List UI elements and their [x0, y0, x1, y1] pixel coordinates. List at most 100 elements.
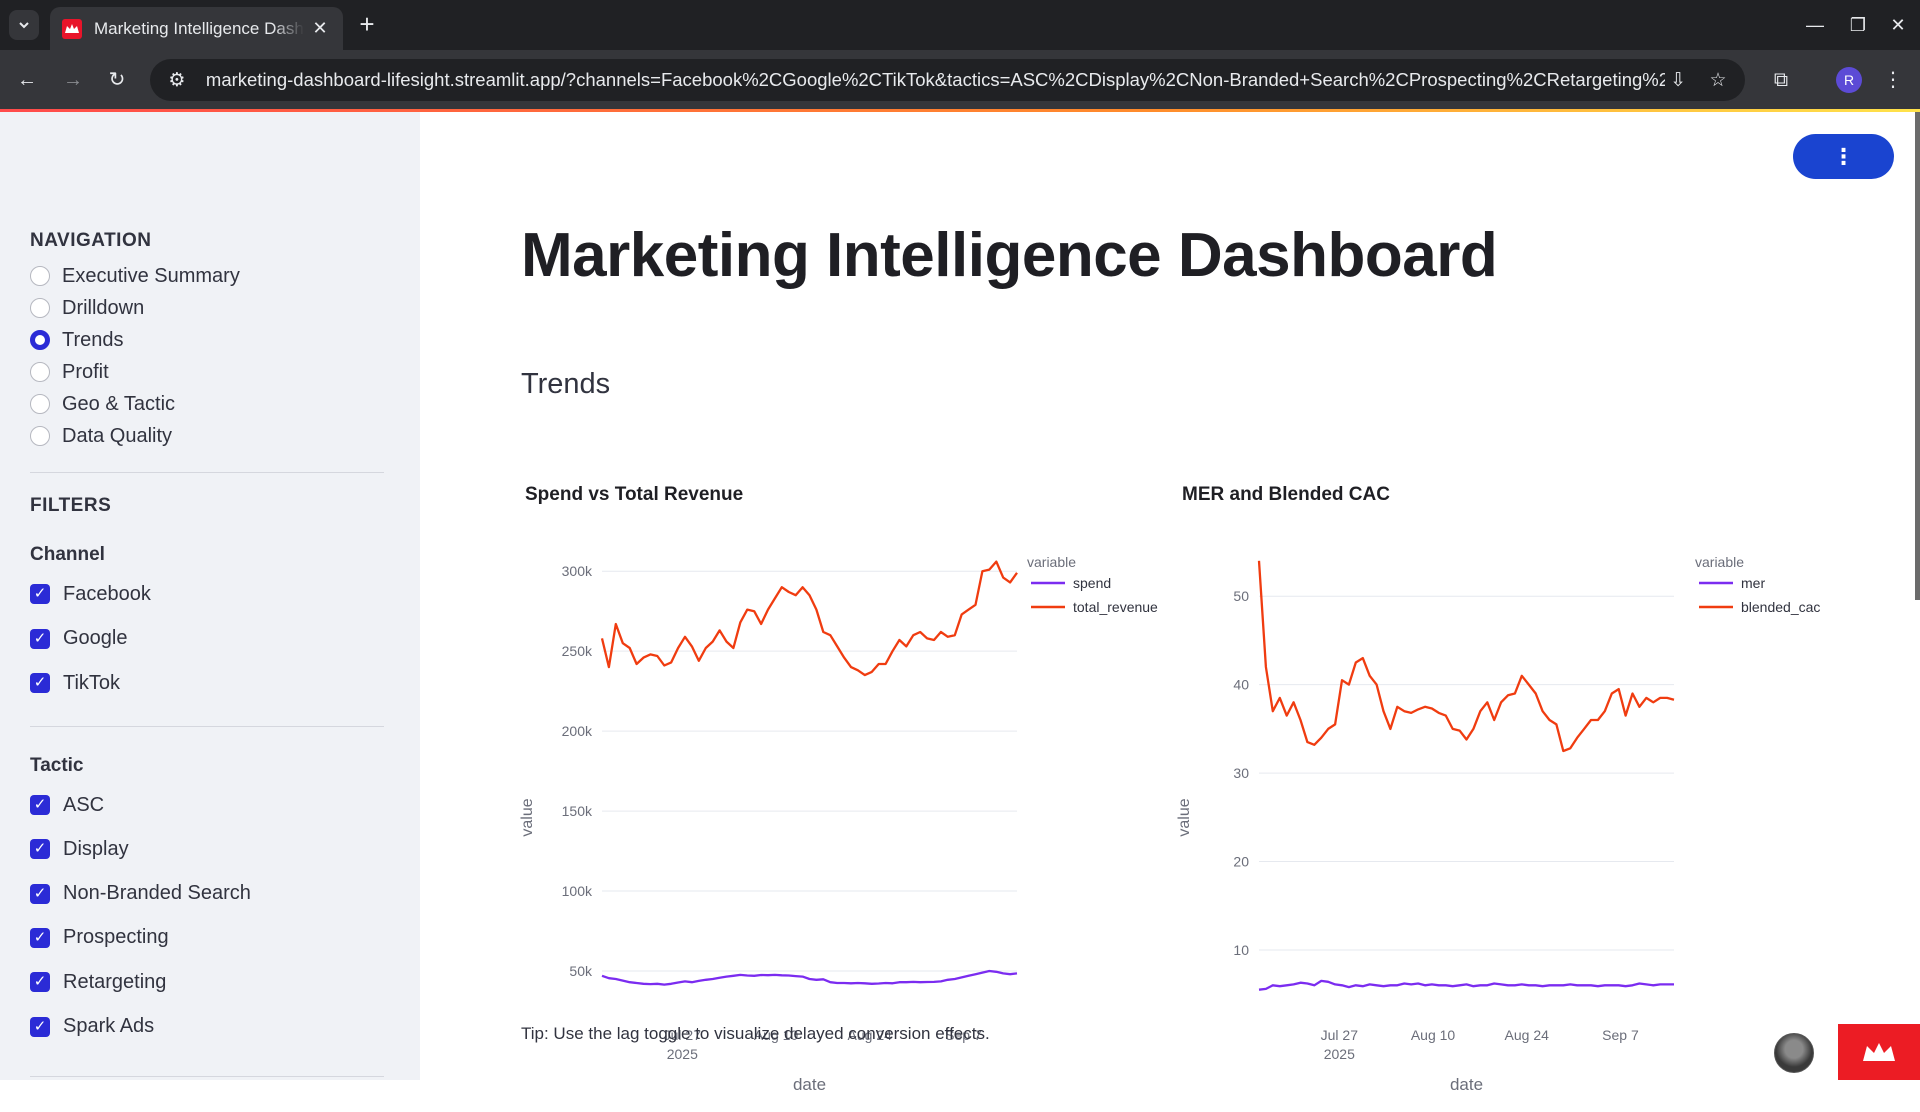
- new-tab-icon[interactable]: +: [352, 10, 382, 40]
- sidebar: NAVIGATION Executive Summary Drilldown Tre…: [0, 112, 420, 1080]
- checkbox-checked-icon[interactable]: ✓: [30, 839, 50, 860]
- browser-menu-icon[interactable]: ⋮: [1878, 65, 1908, 95]
- navigation-heading: NAVIGATION: [30, 230, 152, 251]
- filter-non-branded-search[interactable]: ✓ Non-Branded Search: [30, 879, 251, 909]
- filter-label: Spark Ads: [63, 1015, 155, 1037]
- reload-icon[interactable]: ↻: [102, 65, 132, 95]
- filter-display[interactable]: ✓ Display: [30, 834, 129, 864]
- filter-facebook[interactable]: ✓ Facebook: [30, 579, 151, 609]
- restore-icon[interactable]: ❐: [1843, 10, 1873, 40]
- legend-title: variable: [1027, 554, 1076, 570]
- checkbox-checked-icon[interactable]: ✓: [30, 972, 50, 993]
- filter-spark-ads[interactable]: ✓ Spark Ads: [30, 1012, 154, 1042]
- filter-label: Facebook: [63, 582, 151, 605]
- viewer-avatar[interactable]: [1774, 1033, 1814, 1073]
- radio-unselected-icon[interactable]: [30, 362, 50, 382]
- nav-option-trends[interactable]: Trends: [30, 325, 124, 355]
- checkbox-checked-icon[interactable]: ✓: [30, 795, 50, 815]
- nav-option-geo-tactic[interactable]: Geo & Tactic: [30, 389, 175, 419]
- filter-google[interactable]: ✓ Google: [30, 624, 128, 654]
- forward-arrow-icon[interactable]: →: [58, 65, 88, 95]
- y-tick-label: 150k: [562, 803, 593, 819]
- series-line-spend: [601, 969, 1018, 986]
- nav-option-label: Profit: [62, 360, 109, 383]
- x-tick-label: Aug 10: [1411, 1027, 1456, 1043]
- streamlit-badge[interactable]: [1838, 1024, 1920, 1080]
- nav-option-drilldown[interactable]: Drilldown: [30, 293, 144, 323]
- legend-label: mer: [1741, 575, 1765, 591]
- browser-toolbar: ← → ↻ ⚙ marketing-dashboard-lifesight.st…: [0, 50, 1920, 110]
- sidebar-divider: [30, 472, 384, 473]
- series-line-blended-cac: [1257, 560, 1675, 753]
- filter-label: ASC: [63, 793, 105, 816]
- filter-retargeting[interactable]: ✓ Retargeting: [30, 967, 166, 997]
- filter-tiktok[interactable]: ✓ TikTok: [30, 668, 120, 698]
- back-arrow-icon[interactable]: ←: [12, 65, 42, 95]
- bookmark-star-icon[interactable]: ☆: [1705, 69, 1731, 92]
- y-tick-label: 100k: [562, 883, 593, 899]
- x-tick-year-label: 2025: [1324, 1046, 1355, 1062]
- y-axis-title: value: [1177, 798, 1193, 836]
- filters-heading: FILTERS: [30, 495, 112, 516]
- checkbox-checked-icon[interactable]: ✓: [30, 628, 50, 649]
- x-tick-label: Sep 7: [1602, 1027, 1639, 1043]
- address-bar[interactable]: ⚙ marketing-dashboard-lifesight.streamli…: [150, 59, 1745, 101]
- x-tick-label: Jul 27: [1321, 1027, 1359, 1043]
- filter-label: TikTok: [63, 671, 121, 694]
- filter-asc[interactable]: ✓ ASC: [30, 790, 104, 820]
- radio-unselected-icon[interactable]: [30, 266, 50, 286]
- y-axis-title: value: [520, 798, 536, 836]
- nav-option-executive-summary[interactable]: Executive Summary: [30, 261, 240, 291]
- nav-option-data-quality[interactable]: Data Quality: [30, 421, 172, 451]
- nav-option-profit[interactable]: Profit: [30, 357, 109, 387]
- checkbox-checked-icon[interactable]: ✓: [30, 1016, 50, 1037]
- y-tick-label: 20: [1233, 854, 1249, 870]
- site-settings-icon[interactable]: ⚙: [164, 69, 190, 92]
- legend-label: blended_cac: [1741, 599, 1820, 615]
- sidebar-divider: [30, 1076, 384, 1077]
- minimize-icon[interactable]: —: [1800, 10, 1830, 40]
- chevron-down-icon: [19, 22, 29, 29]
- filter-label: Non-Branded Search: [63, 882, 251, 905]
- close-window-icon[interactable]: ✕: [1883, 10, 1913, 40]
- x-axis-title: date: [1450, 1075, 1483, 1094]
- app-menu-button[interactable]: ⋮: [1793, 134, 1894, 179]
- checkbox-checked-icon[interactable]: ✓: [30, 883, 50, 904]
- radio-unselected-icon[interactable]: [30, 426, 50, 446]
- checkbox-checked-icon[interactable]: ✓: [30, 927, 50, 948]
- radio-unselected-icon[interactable]: [30, 394, 50, 414]
- mer-blended-cac-chart[interactable]: 10 20 30 40 50 Jul 27 2025 Aug 10 Aug 24 Sep 7 dat…: [1177, 532, 1837, 1112]
- chart-title-mer-cac: MER and Blended CAC: [1182, 484, 1390, 505]
- y-tick-label: 40: [1233, 677, 1249, 693]
- x-tick-label: Aug 24: [1505, 1027, 1550, 1043]
- radio-selected-icon[interactable]: [30, 330, 50, 350]
- nav-option-label: Executive Summary: [62, 264, 240, 287]
- profile-avatar[interactable]: R: [1836, 67, 1862, 93]
- filter-label: Google: [63, 627, 128, 649]
- y-tick-label: 10: [1233, 942, 1249, 958]
- filter-prospecting[interactable]: ✓ Prospecting: [30, 923, 169, 953]
- page-scrollbar[interactable]: [1915, 112, 1920, 600]
- section-subheader: Trends: [521, 368, 611, 400]
- y-tick-label: 300k: [562, 563, 593, 579]
- radio-unselected-icon[interactable]: [30, 298, 50, 318]
- nav-option-label: Trends: [62, 328, 124, 351]
- filter-label: Retargeting: [63, 970, 167, 993]
- main-content: ⋮ Marketing Intelligence Dashboard Trend…: [420, 112, 1920, 1094]
- y-tick-label: 50: [1233, 588, 1249, 604]
- browser-tab-active[interactable]: Marketing Intelligence Dashl ✕: [50, 7, 343, 50]
- extensions-puzzle-icon[interactable]: ⧉: [1766, 65, 1796, 95]
- streamlit-crown-icon: [1863, 1043, 1895, 1061]
- close-tab-icon[interactable]: ✕: [309, 18, 331, 39]
- checkbox-checked-icon[interactable]: ✓: [30, 584, 50, 604]
- nav-option-label: Data Quality: [62, 424, 173, 447]
- filter-label: Display: [63, 837, 129, 860]
- tab-search-button[interactable]: [9, 10, 39, 40]
- checkbox-checked-icon[interactable]: ✓: [30, 673, 50, 693]
- sidebar-divider: [30, 726, 384, 727]
- url-text: marketing-dashboard-lifesight.streamlit.…: [205, 69, 1666, 90]
- install-app-icon[interactable]: ⇩: [1665, 69, 1691, 92]
- legend-label: total_revenue: [1073, 599, 1158, 615]
- tactic-heading: Tactic: [30, 755, 84, 776]
- y-tick-label: 200k: [562, 723, 593, 739]
